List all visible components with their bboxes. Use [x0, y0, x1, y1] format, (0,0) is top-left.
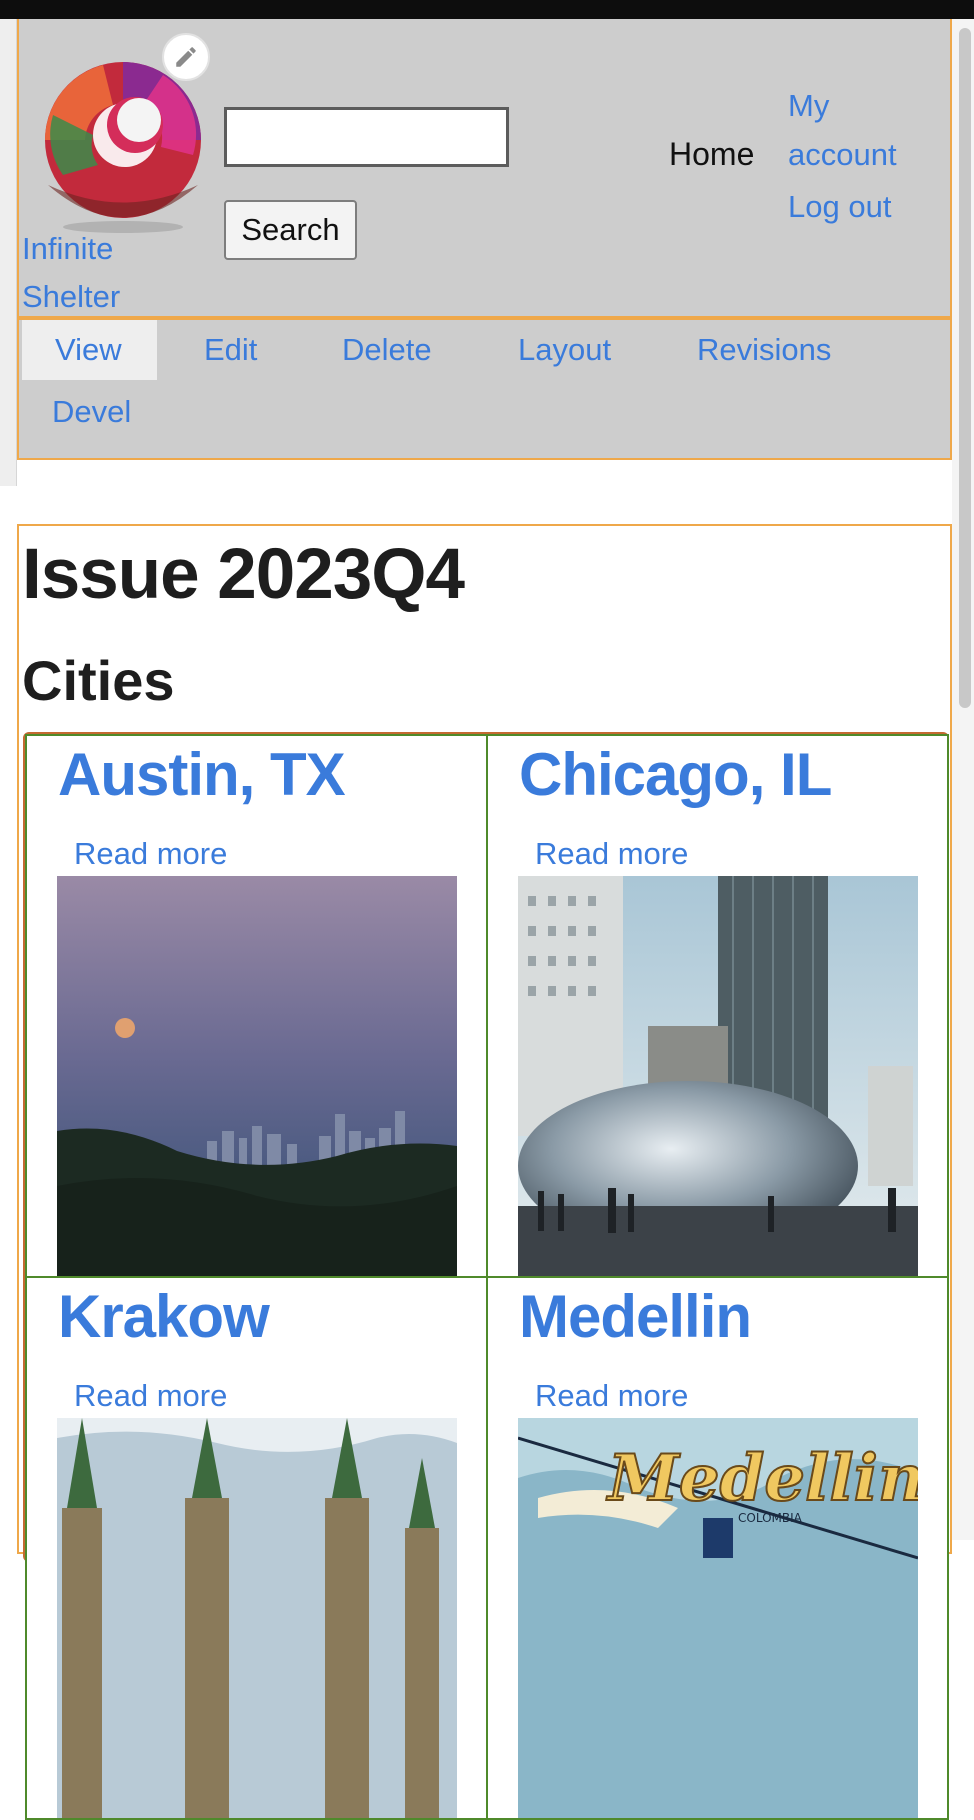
city-card: Krakow Read more: [25, 1276, 488, 1820]
city-image-medellin[interactable]: Medellin COLOMBIA: [518, 1418, 918, 1818]
tab-delete[interactable]: Delete: [342, 320, 432, 380]
edit-pencil-icon[interactable]: [162, 33, 210, 81]
local-tasks-tabs: View Edit Delete Layout Revisions Devel: [17, 318, 952, 460]
page-title: Issue 2023Q4: [22, 535, 465, 614]
site-header: Infinite Shelter Search Home My account …: [17, 19, 952, 318]
city-card: Austin, TX Read more: [25, 734, 488, 1278]
tab-view[interactable]: View: [22, 320, 157, 380]
cities-grid: Austin, TX Read more Chicago, IL Read mo…: [23, 732, 949, 1820]
city-image-austin[interactable]: [57, 876, 457, 1276]
city-card: Chicago, IL Read more: [486, 734, 949, 1278]
nav-log-out-link[interactable]: Log out: [788, 183, 891, 231]
pencil-icon: [176, 47, 196, 67]
tab-layout[interactable]: Layout: [518, 320, 611, 380]
city-image-chicago[interactable]: [518, 876, 918, 1276]
city-image-krakow[interactable]: [57, 1418, 457, 1818]
city-title-link[interactable]: Krakow: [58, 1282, 270, 1351]
poster-title: Medellin: [606, 1441, 918, 1516]
scrollbar-thumb[interactable]: [959, 28, 971, 708]
nav-my-account-link[interactable]: My account: [788, 81, 938, 179]
read-more-link[interactable]: Read more: [535, 836, 688, 872]
read-more-link[interactable]: Read more: [74, 1378, 227, 1414]
main-content: Issue 2023Q4 Cities Austin, TX Read more: [17, 524, 952, 1820]
city-card: Medellin Read more Medellin COLOMBIA: [486, 1276, 949, 1820]
tab-revisions[interactable]: Revisions: [697, 320, 831, 380]
poster-subtitle: COLOMBIA: [738, 1511, 803, 1525]
city-title-link[interactable]: Austin, TX: [58, 740, 346, 809]
site-name-link[interactable]: Infinite Shelter: [22, 225, 162, 321]
tab-edit[interactable]: Edit: [204, 320, 257, 380]
city-title-link[interactable]: Chicago, IL: [519, 740, 832, 809]
tab-devel[interactable]: Devel: [52, 382, 131, 442]
read-more-link[interactable]: Read more: [74, 836, 227, 872]
section-title: Cities: [22, 649, 175, 712]
read-more-link[interactable]: Read more: [535, 1378, 688, 1414]
search-button[interactable]: Search: [224, 200, 357, 260]
search-input[interactable]: [224, 107, 509, 167]
city-title-link[interactable]: Medellin: [519, 1282, 752, 1351]
browser-top-bar: [0, 0, 974, 19]
left-gutter: [0, 19, 17, 486]
nav-home-link[interactable]: Home: [669, 136, 754, 173]
